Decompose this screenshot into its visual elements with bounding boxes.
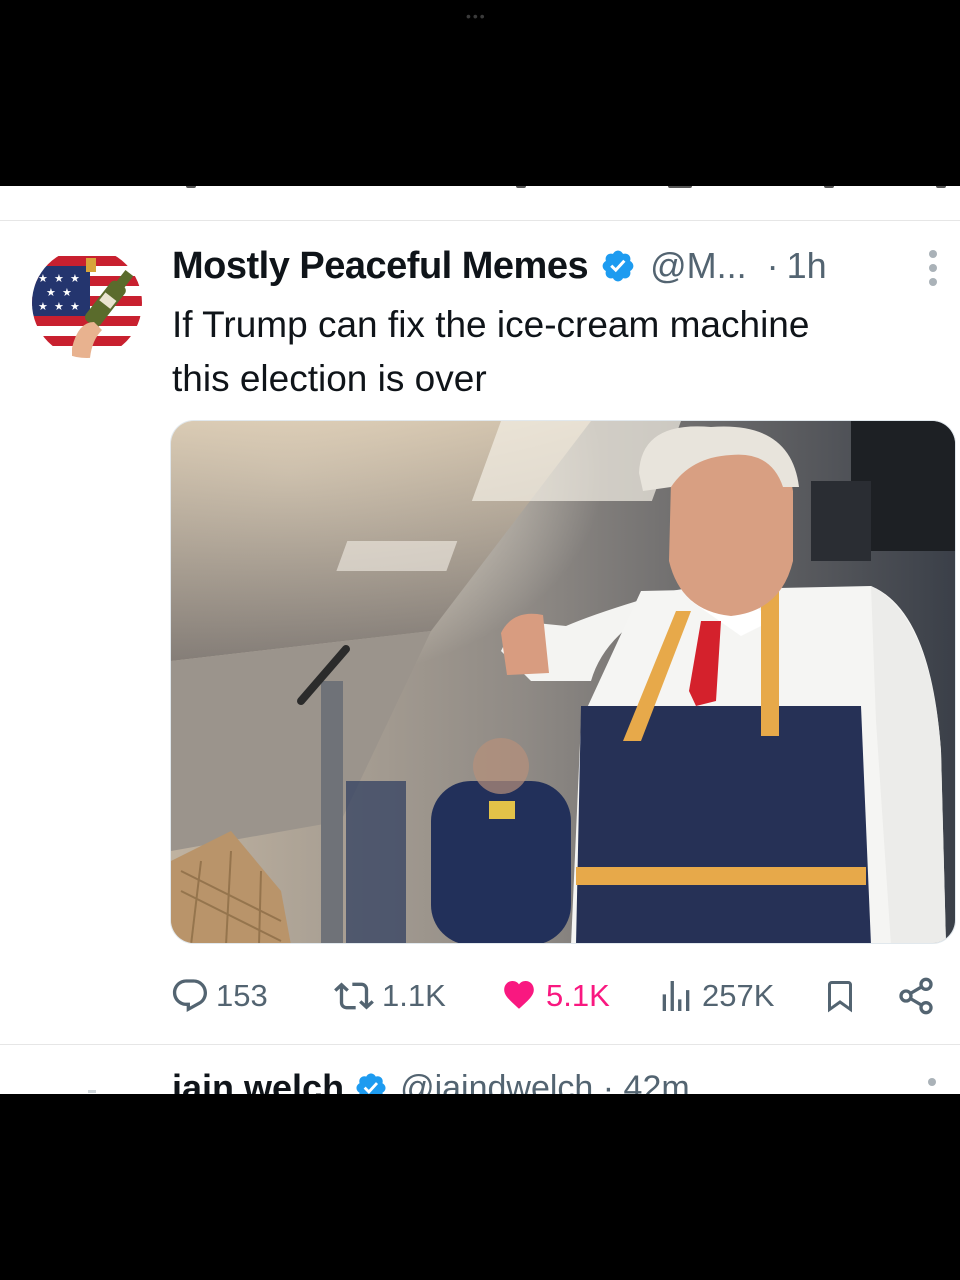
views-count: 257K [702,978,775,1013]
verified-badge-icon [602,250,634,282]
bottom-black-band [0,1094,960,1280]
tweet-text-line: If Trump can fix the ice-cream machine [172,304,810,345]
svg-text:★: ★ [54,300,64,313]
separator-dot: · [766,245,779,286]
svg-text:★: ★ [38,272,48,285]
share-button[interactable] [896,974,936,1018]
timestamp[interactable]: 1h [787,245,827,287]
bookmark-icon [828,981,852,1013]
divider [0,220,960,221]
next-handle[interactable]: @iaindwelch · 42m [400,1069,690,1095]
share-icon [899,977,933,1015]
svg-text:★: ★ [54,272,64,285]
next-tweet-header[interactable]: iain welch @iaindwelch · 42m [172,1058,690,1094]
tweet-actions: 153 1.1K 5.1K 257K [170,974,940,1018]
repost-button[interactable]: 1.1K [332,974,446,1018]
next-avatar-edge [88,1090,96,1093]
tweet-text: If Trump can fix the ice-cream machine t… [172,298,932,406]
verified-badge-icon [356,1073,386,1094]
divider [0,1044,960,1045]
flag-avatar-image: ★ ★ ★ ★ ★ ★ ★ ★ [32,248,142,358]
handle[interactable]: @M... [650,245,747,287]
top-black-band: ••• [0,0,960,186]
tweet-header: Mostly Peaceful Memes @M... · 1h [172,242,827,290]
svg-text:★: ★ [70,300,80,313]
reply-icon [172,979,208,1013]
svg-text:★: ★ [70,272,80,285]
repost-icon [334,982,374,1010]
heart-icon [504,980,534,1009]
svg-text:★: ★ [38,300,48,313]
display-name[interactable]: Mostly Peaceful Memes [172,245,589,288]
views-button[interactable]: 257K [656,974,774,1018]
more-options-icon[interactable] [928,1078,936,1086]
tweet-photo[interactable] [170,420,956,944]
previous-tweet-action-bar-remnant [0,186,960,194]
more-options-icon[interactable] [926,250,940,290]
bookmark-button[interactable] [822,974,858,1018]
next-display-name[interactable]: iain welch [172,1067,344,1094]
photo-image [171,421,955,943]
tweet-text-line: this election is over [172,358,487,399]
reply-count: 153 [216,978,268,1013]
svg-text:★: ★ [62,286,72,299]
like-button[interactable]: 5.1K [498,974,610,1018]
drag-handle-icon: ••• [466,8,487,24]
like-count: 5.1K [546,978,610,1013]
svg-text:★: ★ [46,286,56,299]
avatar[interactable]: ★ ★ ★ ★ ★ ★ ★ ★ [32,248,142,358]
reply-button[interactable]: 153 [170,974,268,1018]
repost-count: 1.1K [382,978,446,1013]
views-chart-icon [662,981,690,1011]
tweet-feed: ★ ★ ★ ★ ★ ★ ★ ★ Mostly Peaceful Memes @M... [0,186,960,1094]
